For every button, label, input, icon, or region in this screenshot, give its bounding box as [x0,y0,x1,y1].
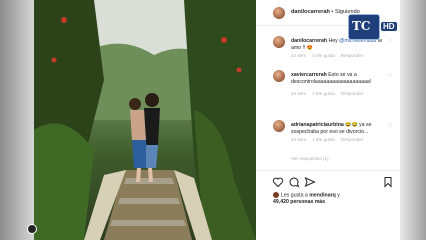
bookmark-icon[interactable] [382,176,394,188]
commenter-avatar[interactable] [273,120,285,132]
comment-text: adrianapatriciaurbina 😂😂 ya se sospechab… [291,122,391,136]
comment-meta: 24 sem 1 Me gusta Responder [291,137,369,142]
account-avatar-corner [27,224,37,234]
actions-divider [256,170,400,171]
comment-like-icon[interactable]: ♡ [388,39,392,45]
comment-like-icon[interactable]: ♡ [388,123,392,129]
comment-meta: 24 sem 4 Me gusta Responder [291,53,369,58]
blurred-background-left [0,0,34,240]
comment-time: 24 sem [291,91,307,96]
comment-likes[interactable]: 1 Me gusta [312,91,335,96]
liker-avatar [273,192,279,198]
comment-like-icon[interactable]: ♡ [388,73,392,79]
heart-icon[interactable] [272,176,284,188]
commenter-username[interactable]: adrianapatriciaurbina [291,122,344,128]
liked-by-user[interactable]: mendinarq [309,192,336,198]
author-avatar[interactable] [273,7,285,19]
comment-text: danilocarrerah Hey @michellemaud te amo … [291,38,391,52]
blurred-background-right [400,0,426,240]
hd-badge: HD [381,22,397,31]
commenter-username[interactable]: xaviercarrerah [291,72,327,78]
reply-button[interactable]: Responder [341,91,363,96]
commenter-avatar[interactable] [273,70,285,82]
view-replies-link[interactable]: Ver respuestas (1) [291,156,329,161]
reply-button[interactable]: Responder [341,137,363,142]
comment-body-a: Hey [327,38,340,44]
author-username[interactable]: danilocarrerah [291,9,330,15]
comment-likes[interactable]: 1 Me gusta [312,137,335,142]
comment-likes[interactable]: 4 Me gusta [312,53,335,58]
reply-button[interactable]: Responder [341,53,363,58]
comment-time: 24 sem [291,137,307,142]
post-actions [272,176,392,190]
share-icon[interactable] [304,176,316,188]
post-photo[interactable] [34,0,256,240]
liked-by-prefix: Les gusta a [281,192,310,199]
liked-by-suffix: y [335,192,340,199]
comment-icon[interactable] [288,176,300,188]
commenter-avatar[interactable] [273,36,285,48]
comment-emoji: 😂😂 [345,122,358,128]
liked-by-line: Les gusta a mendinarq y [273,192,393,198]
channel-logo: TC [348,14,380,40]
likes-count[interactable]: 49,420 personas más [273,199,325,205]
view-replies-label: Ver respuestas (1) [291,156,329,161]
photo-scene [34,0,256,240]
comment-emoji: 😍 [306,44,314,51]
comment-time: 24 sem [291,53,307,58]
commenter-username[interactable]: danilocarrerah [291,38,327,44]
channel-logo-text: TC [352,19,371,33]
comment-meta: 24 sem 1 Me gusta Responder [291,91,369,96]
comment-text: xaviercarrerah Esto se va a descontrolaa… [291,72,391,86]
